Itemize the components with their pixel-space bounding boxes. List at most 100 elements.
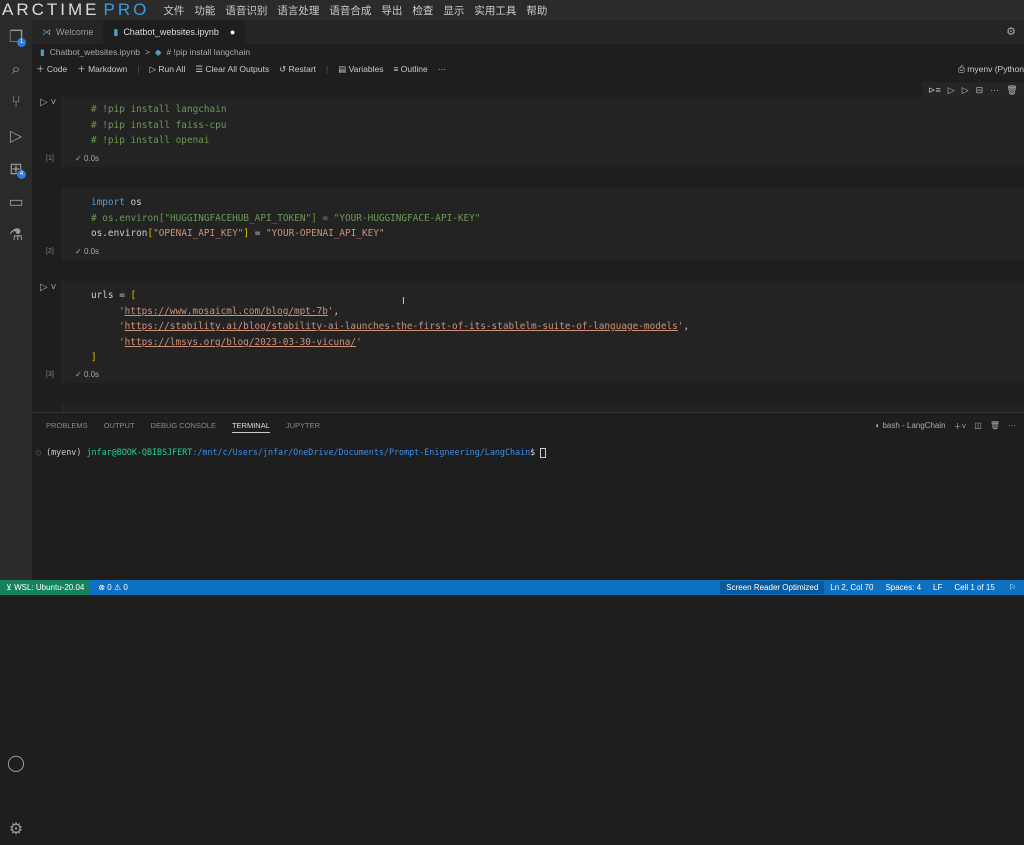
terminal-prompt[interactable]: ○ (myenv) jnfar@BOOK-QBIBSJFERT:/mnt/c/U… <box>36 447 547 458</box>
code-cell-4[interactable] <box>62 403 1024 412</box>
delete-cell-icon[interactable]: 🗑 <box>1006 85 1017 96</box>
split-cell-icon[interactable]: ⊟ <box>976 85 984 96</box>
token: os.environ <box>91 228 148 239</box>
check-icon: ✓ <box>75 154 84 163</box>
kill-terminal-icon[interactable]: 🗑 <box>990 421 1000 432</box>
tab-label: Chatbot_websites.ipynb <box>123 27 219 37</box>
menu-speech-recognition[interactable]: 语音识别 <box>225 3 267 18</box>
url-link[interactable]: https://www.mosaicml.com/blog/mpt-7b <box>125 306 328 317</box>
variables-button[interactable]: ▤ Variables <box>338 64 383 75</box>
end-of-line[interactable]: LF <box>927 583 948 592</box>
outline-button[interactable]: ≡ Outline <box>393 64 427 74</box>
new-terminal-button[interactable]: ＋˅ <box>954 421 967 432</box>
code-line: 'https://stability.ai/blog/stability-ai-… <box>119 321 690 332</box>
kernel-picker[interactable]: ⎙ myenv (Python <box>958 64 1024 75</box>
editor-tabs: ⋊ Welcome ▮ Chatbot_websites.ipynb ● ⚙ <box>32 20 1024 44</box>
extensions-icon[interactable]: ⊞ 4 <box>0 152 32 185</box>
more-actions-button[interactable]: ··· <box>438 64 447 74</box>
execute-above-icon[interactable]: ▷ <box>948 85 955 96</box>
tab-terminal[interactable]: TERMINAL <box>231 421 270 433</box>
notebook-icon: ▮ <box>113 26 119 37</box>
tab-output[interactable]: OUTPUT <box>104 421 135 433</box>
indentation[interactable]: Spaces: 4 <box>879 583 927 592</box>
activity-bar: ❐ 1 ⌕ ⑂ ▷ ⊞ 4 ▭ ⚗ ◯ ⚙ <box>0 20 32 838</box>
code-cell-2[interactable]: import os # os.environ["HUGGINGFACEHUB_AP… <box>62 188 1024 260</box>
label: Markdown <box>88 64 128 74</box>
menu-speech-synthesis[interactable]: 语音合成 <box>329 3 371 18</box>
check-icon: ✓ <box>75 247 84 256</box>
url-link[interactable]: https://lmsys.org/blog/2023-03-30-vicuna… <box>125 337 356 348</box>
remote-explorer-icon[interactable]: ▭ <box>0 185 32 218</box>
menu-language-processing[interactable]: 语言处理 <box>277 3 319 18</box>
vscode-icon: ⋊ <box>42 26 51 37</box>
unsaved-dot-icon[interactable]: ● <box>230 27 235 37</box>
run-cell-button[interactable]: ▷ ˅ <box>40 97 56 108</box>
remote-indicator[interactable]: ⊻ WSL: Ubuntu-20.04 <box>0 580 91 595</box>
run-by-line-icon[interactable]: ⊳≡ <box>928 85 941 96</box>
add-markdown-button[interactable]: ＋ Markdown <box>77 63 127 75</box>
tab-notebook[interactable]: ▮ Chatbot_websites.ipynb ● <box>103 20 246 44</box>
terminal-name: bash - LangChain <box>882 421 946 430</box>
more-icon[interactable]: ··· <box>1008 421 1016 432</box>
keyword: import <box>91 197 125 208</box>
tab-welcome[interactable]: ⋊ Welcome <box>32 20 103 44</box>
breadcrumb-file[interactable]: Chatbot_websites.ipynb <box>50 47 140 57</box>
text-cursor-icon: I <box>402 296 405 307</box>
code-line: # !pip install openai <box>91 135 210 146</box>
execution-count: [3] <box>46 371 54 378</box>
execution-count: [1] <box>46 155 54 162</box>
cell-indicator[interactable]: Cell 1 of 15 <box>948 583 1000 592</box>
notebook-toolbar: ＋ Code ＋ Markdown | ▷ Run All ☰ Clear Al… <box>36 61 446 77</box>
label: Run All <box>158 63 186 74</box>
terminal-cursor <box>540 447 547 458</box>
menu-check[interactable]: 检查 <box>412 3 433 18</box>
bottom-panel: PROBLEMS OUTPUT DEBUG CONSOLE TERMINAL J… <box>32 412 1024 580</box>
execute-below-icon[interactable]: ▷ <box>962 85 969 96</box>
breadcrumb: ▮ Chatbot_websites.ipynb > ◆ # !pip inst… <box>40 45 250 59</box>
code-line: # !pip install langchain <box>91 104 227 115</box>
divider: | <box>326 64 329 74</box>
search-icon[interactable]: ⌕ <box>0 53 32 86</box>
breadcrumb-symbol[interactable]: # !pip install langchain <box>166 47 250 57</box>
cell-status: ✓ 0.0s <box>75 247 99 256</box>
kernel-label: myenv (Python <box>967 64 1024 74</box>
tab-debug-console[interactable]: DEBUG CONSOLE <box>151 421 216 433</box>
problems-indicator[interactable]: ⊗ 0 ⚠ 0 <box>90 583 135 592</box>
split-terminal-icon[interactable]: ◫ <box>974 421 982 432</box>
clear-outputs-button[interactable]: ☰ Clear All Outputs <box>195 64 269 75</box>
menu-help[interactable]: 帮助 <box>526 3 547 18</box>
source-control-icon[interactable]: ⑂ <box>0 86 32 119</box>
menu-file[interactable]: 文件 <box>163 3 184 18</box>
screen-reader-status[interactable]: Screen Reader Optimized <box>720 581 825 594</box>
more-icon[interactable]: ··· <box>990 85 999 95</box>
tab-jupyter[interactable]: JUPYTER <box>286 421 320 433</box>
exec-time: 0.0s <box>83 370 100 379</box>
account-icon[interactable]: ◯ <box>0 746 32 779</box>
run-debug-icon[interactable]: ▷ <box>0 119 32 152</box>
restart-button[interactable]: ↺ Restart <box>279 64 316 75</box>
module: os <box>124 197 142 208</box>
notifications-icon[interactable]: ⚐ <box>1001 583 1024 592</box>
url-link[interactable]: https://stability.ai/blog/stability-ai-l… <box>125 321 678 332</box>
exec-time: 0.0s <box>83 247 100 256</box>
token: urls = <box>91 290 131 301</box>
add-code-button[interactable]: ＋ Code <box>36 63 67 75</box>
menu-export[interactable]: 导出 <box>381 3 402 18</box>
explorer-icon[interactable]: ❐ 1 <box>0 20 32 53</box>
menu-tools[interactable]: 实用工具 <box>474 3 516 18</box>
run-cell-button[interactable]: ▷ ˅ <box>40 282 56 293</box>
tab-problems[interactable]: PROBLEMS <box>46 421 88 433</box>
terminal-selector[interactable]: ◐ bash - LangChain <box>875 421 945 432</box>
code-cell-3[interactable]: urls = ['https://www.mosaicml.com/blog/m… <box>62 281 1024 383</box>
testing-icon[interactable]: ⚗ <box>0 218 32 251</box>
code-cell-1[interactable]: # !pip install langchain # !pip install f… <box>62 97 1024 167</box>
run-all-button[interactable]: ▷ Run All <box>150 64 186 75</box>
manage-gear-icon[interactable]: ⚙ <box>0 812 32 845</box>
tab-label: Welcome <box>56 27 94 37</box>
settings-gear-icon[interactable]: ⚙ <box>1006 25 1016 38</box>
exec-time: 0.0s <box>83 154 100 163</box>
menu-display[interactable]: 显示 <box>443 3 464 18</box>
menu-function[interactable]: 功能 <box>194 3 215 18</box>
cwd-path: :/mnt/c/Users/jnfar/OneDrive/Documents/P… <box>192 447 531 457</box>
cursor-position[interactable]: Ln 2, Col 70 <box>824 583 879 592</box>
